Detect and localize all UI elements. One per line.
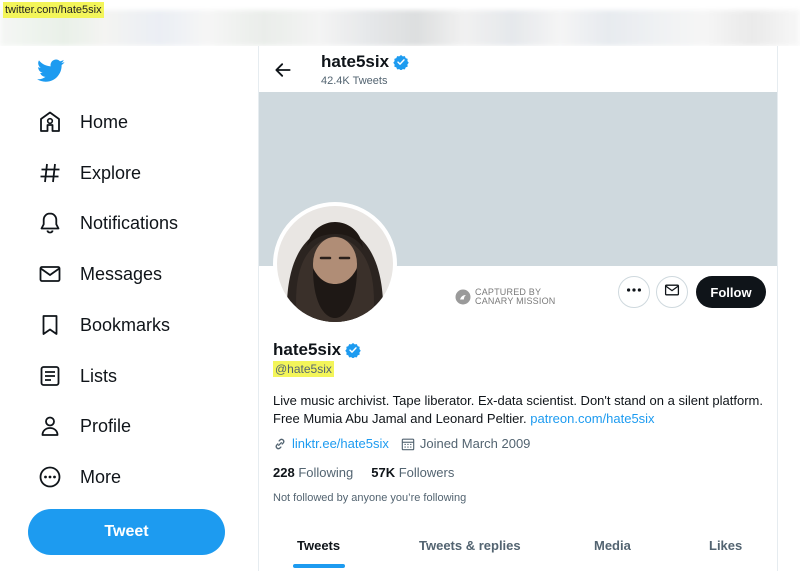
left-sidebar: Home Explore Notifications Messages Book… <box>0 46 258 571</box>
nav-label: Lists <box>80 365 118 386</box>
more-dots-icon <box>625 281 643 304</box>
nav-label: Messages <box>80 263 163 284</box>
following-count: 228 <box>273 465 295 480</box>
header-tweet-count: 42.4K Tweets <box>321 75 388 87</box>
home-icon <box>37 109 63 135</box>
following-link[interactable]: 228 Following <box>273 465 353 480</box>
nav-item-home[interactable]: Home <box>37 105 128 139</box>
nav-label: Home <box>80 111 129 132</box>
envelope-icon <box>37 261 63 287</box>
nav-label: More <box>80 466 122 487</box>
calendar-icon <box>401 437 415 451</box>
verified-badge-icon <box>345 342 361 359</box>
nav-item-more[interactable]: More <box>37 460 121 494</box>
message-button[interactable] <box>656 276 688 308</box>
envelope-icon <box>664 282 680 303</box>
followers-link[interactable]: 57K Followers <box>371 465 454 480</box>
website-link[interactable]: linktr.ee/hate5six <box>292 436 389 451</box>
nav-label: Profile <box>80 415 132 436</box>
nav-label: Bookmarks <box>80 314 171 335</box>
header-name-text: hate5six <box>321 52 390 71</box>
bio-text: Live music archivist. Tape liberator. Ex… <box>273 393 763 426</box>
tab-tweets[interactable]: Tweets <box>297 538 340 553</box>
header-profile-name: hate5six <box>321 52 409 72</box>
followers-count: 57K <box>371 465 396 480</box>
profile-column: hate5six 42.4K Tweets CAPTURED BY CANARY… <box>258 46 778 571</box>
verified-badge-icon <box>393 54 409 71</box>
twitter-logo-icon[interactable] <box>37 59 65 83</box>
nav-label: Explore <box>80 162 142 183</box>
follow-counts: 228 Following 57K Followers <box>273 465 454 480</box>
following-label: Following <box>298 465 354 480</box>
more-circle-icon <box>37 464 63 490</box>
browser-url-bar[interactable]: twitter.com/hate5six <box>0 0 800 46</box>
list-icon <box>37 363 63 389</box>
back-arrow-icon[interactable] <box>273 60 293 80</box>
tab-media[interactable]: Media <box>594 538 631 553</box>
nav-item-profile[interactable]: Profile <box>37 409 131 443</box>
followers-label: Followers <box>398 465 455 480</box>
link-icon <box>273 437 287 451</box>
bell-icon <box>37 210 63 236</box>
profile-bio: Live music archivist. Tape liberator. Ex… <box>273 392 763 428</box>
avatar[interactable] <box>273 202 397 326</box>
person-icon <box>37 413 63 439</box>
bio-link[interactable]: patreon.com/hate5six <box>530 411 654 426</box>
active-tab-indicator <box>293 564 345 568</box>
profile-handle: @hate5six <box>273 361 334 377</box>
nav-item-explore[interactable]: Explore <box>37 156 141 190</box>
nav-item-bookmarks[interactable]: Bookmarks <box>37 308 170 342</box>
nav-item-notifications[interactable]: Notifications <box>37 206 178 240</box>
captured-stamp: CAPTURED BY CANARY MISSION <box>455 288 556 306</box>
joined-date: Joined March 2009 <box>419 436 531 451</box>
hashtag-icon <box>37 160 63 186</box>
bookmark-icon <box>37 312 63 338</box>
profile-name: hate5six <box>273 340 361 360</box>
follow-button[interactable]: Follow <box>696 276 766 308</box>
stamp-line-2: CANARY MISSION <box>475 296 556 306</box>
profile-tabs: Tweets Tweets & replies Media Likes <box>259 524 777 571</box>
canary-mission-seal-icon <box>455 289 471 305</box>
profile-meta: linktr.ee/hate5six Joined March 2009 <box>273 436 530 451</box>
stamp-text: CAPTURED BY CANARY MISSION <box>475 288 556 306</box>
url-text[interactable]: twitter.com/hate5six <box>3 2 104 18</box>
tab-tweets-replies[interactable]: Tweets & replies <box>419 538 521 553</box>
more-options-button[interactable] <box>618 276 650 308</box>
tweet-button[interactable]: Tweet <box>28 509 225 555</box>
nav-label: Notifications <box>80 212 179 233</box>
nav-item-messages[interactable]: Messages <box>37 257 162 291</box>
nav-item-lists[interactable]: Lists <box>37 359 117 393</box>
profile-name-text: hate5six <box>273 340 342 359</box>
blurred-bookmarks-strip <box>0 10 800 46</box>
tab-likes[interactable]: Likes <box>709 538 742 553</box>
not-followed-note: Not followed by anyone you’re following <box>273 492 467 504</box>
